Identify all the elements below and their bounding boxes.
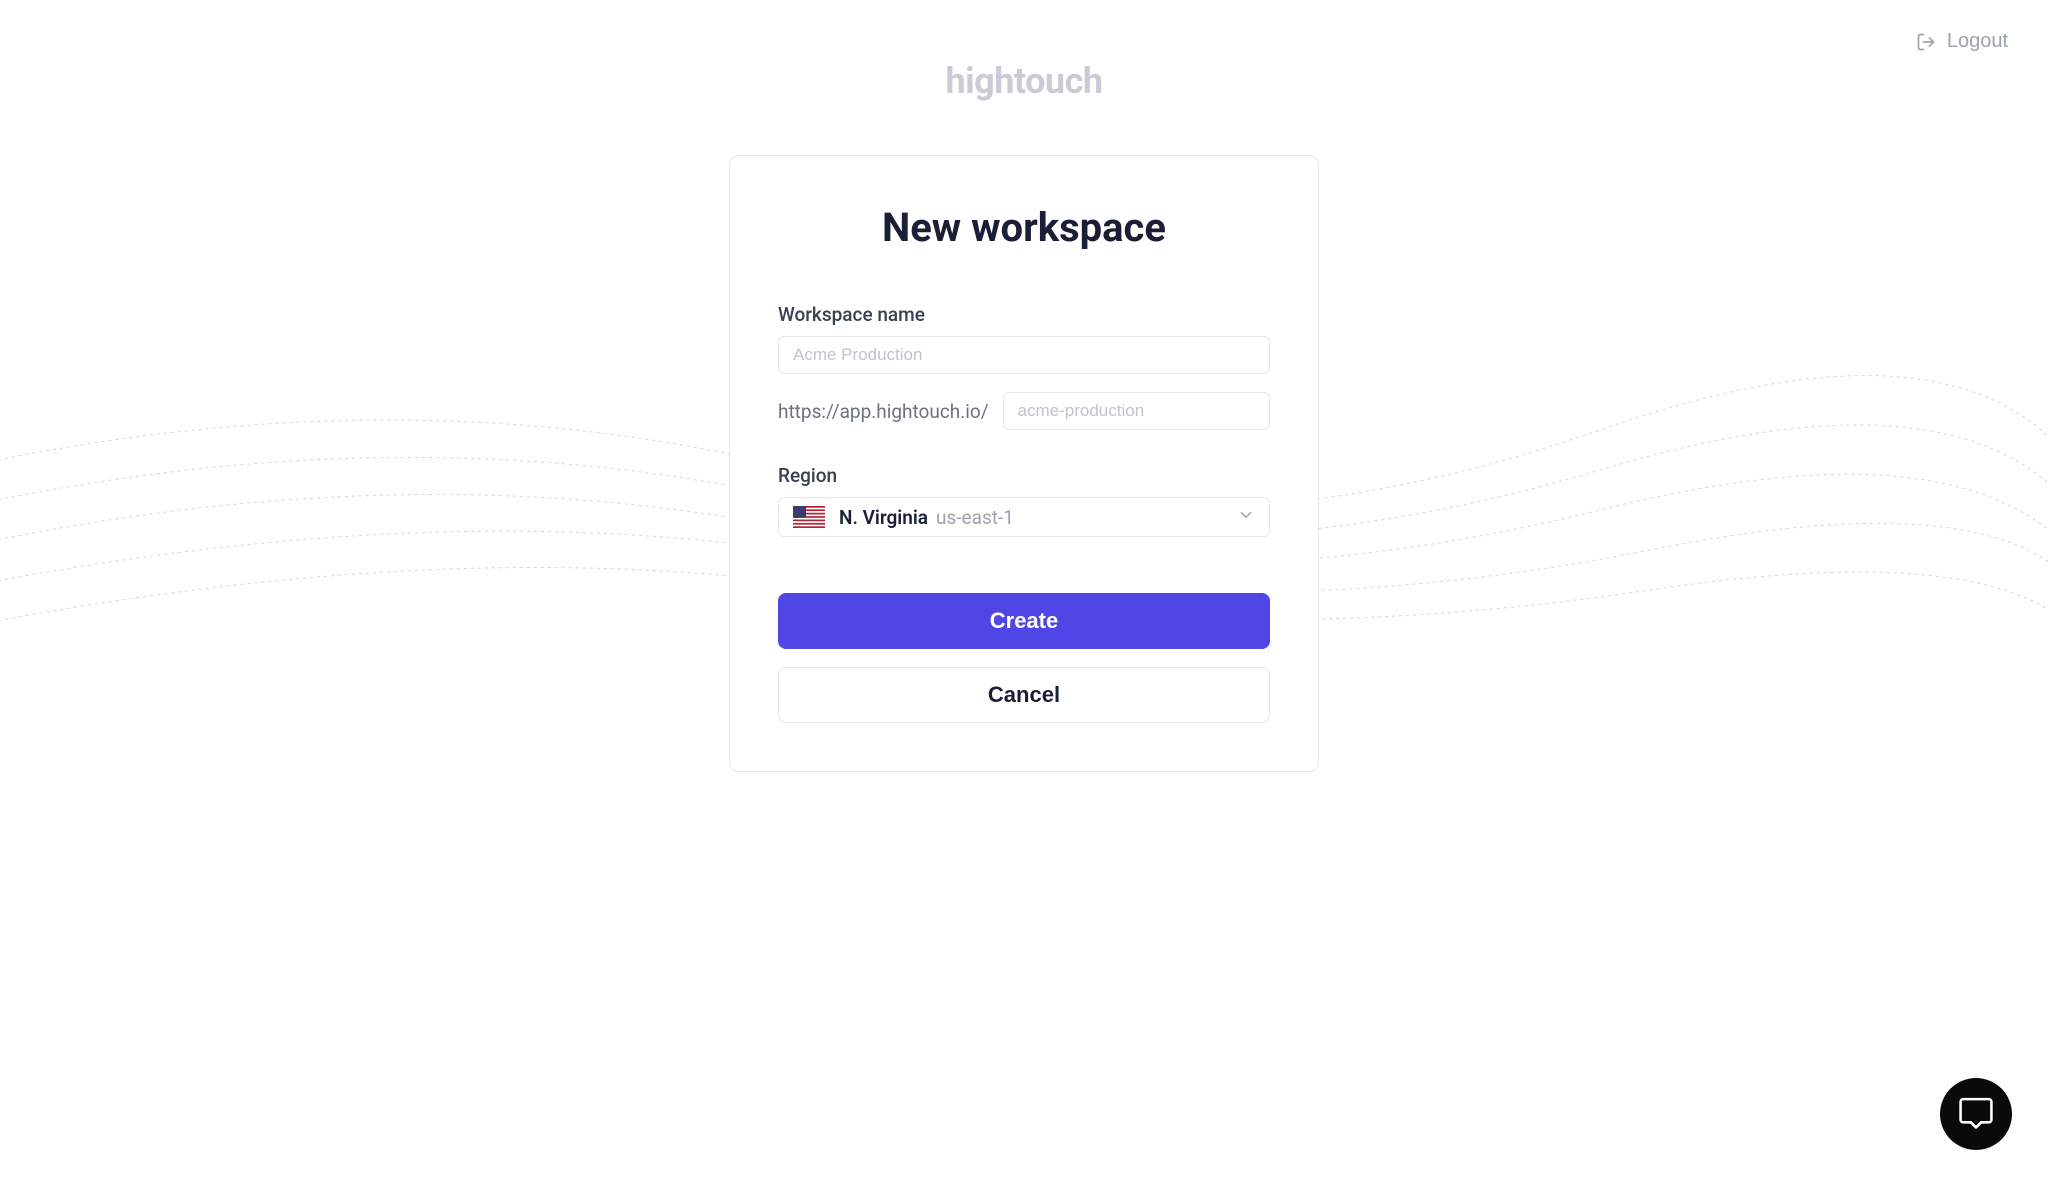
chevron-down-icon bbox=[1237, 506, 1255, 528]
logout-icon bbox=[1915, 31, 1937, 53]
region-selected-name: N. Virginia bbox=[839, 506, 928, 529]
region-select[interactable]: N. Virginia us-east-1 bbox=[778, 497, 1270, 537]
region-group: Region N. Virginia us-east-1 bbox=[778, 464, 1270, 537]
card-title: New workspace bbox=[778, 204, 1270, 251]
chat-icon bbox=[1958, 1094, 1994, 1134]
workspace-slug-input[interactable] bbox=[1003, 392, 1270, 430]
cancel-button[interactable]: Cancel bbox=[778, 667, 1270, 723]
workspace-url-group: https://app.hightouch.io/ bbox=[778, 392, 1270, 430]
chat-widget-button[interactable] bbox=[1940, 1078, 2012, 1150]
url-prefix-label: https://app.hightouch.io/ bbox=[778, 400, 989, 423]
region-selected-code: us-east-1 bbox=[936, 506, 1014, 529]
create-button[interactable]: Create bbox=[778, 593, 1270, 649]
logout-button[interactable]: Logout bbox=[1915, 30, 2008, 53]
region-label: Region bbox=[778, 464, 1270, 487]
workspace-name-label: Workspace name bbox=[778, 303, 1270, 326]
workspace-name-group: Workspace name bbox=[778, 303, 1270, 374]
top-bar: Logout bbox=[0, 0, 2048, 83]
workspace-name-input[interactable] bbox=[778, 336, 1270, 374]
logout-label: Logout bbox=[1947, 30, 2008, 53]
us-flag-icon bbox=[793, 506, 825, 528]
new-workspace-card: New workspace Workspace name https://app… bbox=[729, 155, 1319, 772]
